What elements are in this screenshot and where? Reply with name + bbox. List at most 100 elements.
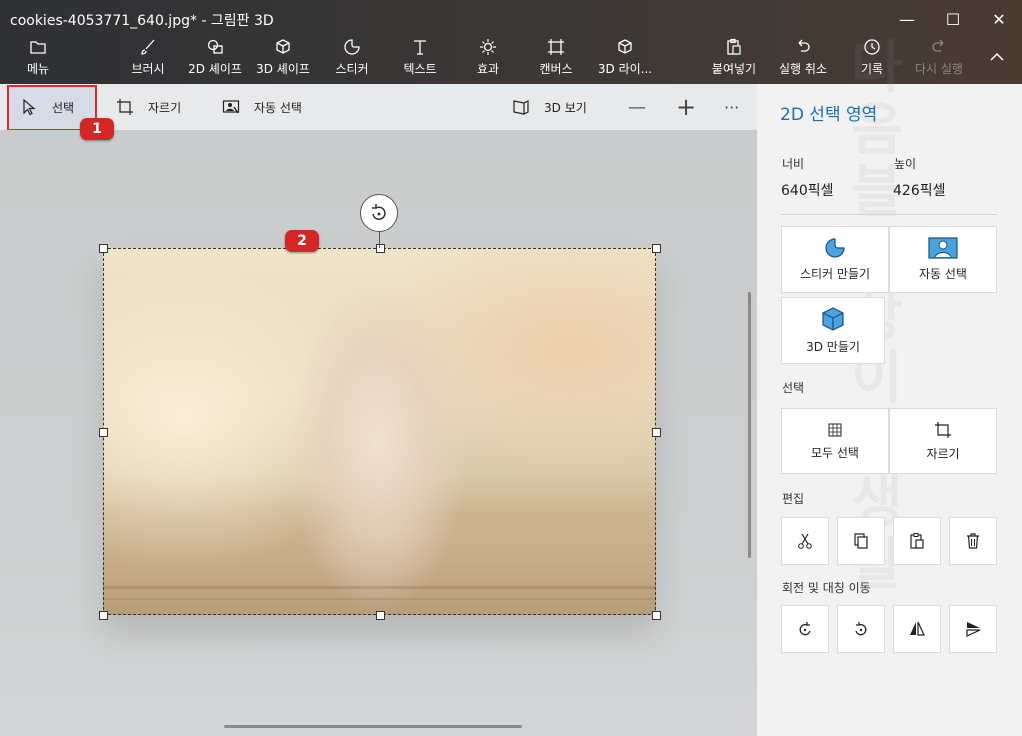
resize-handle-bottom-right[interactable] (652, 611, 661, 620)
delete-button[interactable] (949, 517, 997, 565)
flip-horizontal-button[interactable] (893, 605, 941, 653)
brush-icon (141, 39, 155, 55)
cursor-arrow-icon (23, 98, 36, 116)
redo-icon (932, 39, 944, 52)
section-select-label: 선택 (782, 381, 805, 395)
rotate-right-button[interactable] (837, 605, 885, 653)
horizontal-scrollbar[interactable] (224, 725, 522, 728)
tool-stickers[interactable]: 스티커 (330, 38, 374, 82)
tool-canvas[interactable]: 캔버스 (532, 38, 580, 82)
select-all-label: 모두 선택 (811, 445, 859, 460)
resize-handle-top[interactable] (376, 244, 385, 253)
library-3d-icon (618, 39, 632, 54)
magic-select-icon (222, 100, 240, 114)
rotate-right-icon (855, 622, 867, 636)
panel-divider (781, 214, 997, 215)
chevron-up-icon (990, 52, 1004, 61)
panel-magic-select-button[interactable]: 자동 선택 (889, 226, 997, 293)
resize-handle-bottom-left[interactable] (99, 611, 108, 620)
flip-vertical-button[interactable] (949, 605, 997, 653)
menu-button[interactable]: 메뉴 (18, 38, 58, 82)
maximize-button[interactable]: ☐ (930, 4, 976, 34)
cube-icon (822, 307, 844, 331)
scissors-icon (798, 533, 812, 549)
make-3d-button[interactable]: 3D 만들기 (781, 297, 885, 364)
sticker-icon (825, 238, 845, 258)
select-all-button[interactable]: 모두 선택 (781, 408, 889, 474)
paste-icon (727, 38, 741, 55)
make-3d-label: 3D 만들기 (806, 340, 860, 354)
make-sticker-label: 스티커 만들기 (799, 267, 871, 281)
tool-canvas-label: 캔버스 (539, 62, 573, 76)
close-button[interactable]: ✕ (976, 4, 1022, 34)
magic-select-label: 자동 선택 (254, 100, 302, 115)
tool-3d-shapes[interactable]: 3D 셰이프 (252, 38, 314, 82)
panel-crop-label: 자르기 (926, 446, 960, 461)
paste-button[interactable]: 붙여넣기 (708, 38, 760, 82)
rotate-left-icon (799, 622, 811, 636)
crop-icon (935, 421, 951, 438)
resize-handle-top-left[interactable] (99, 244, 108, 253)
folder-icon (30, 41, 46, 54)
resize-handle-bottom[interactable] (376, 611, 385, 620)
select-tool-overlay[interactable]: 선택 (20, 84, 74, 130)
copy-button[interactable] (837, 517, 885, 565)
sticker-icon (344, 39, 360, 55)
make-sticker-button[interactable]: 스티커 만들기 (781, 226, 889, 293)
view-3d-button[interactable]: 3D 보기 (512, 84, 587, 130)
text-icon (414, 40, 426, 55)
height-value[interactable]: 426픽셀 (893, 180, 945, 200)
redo-label: 다시 실행 (915, 62, 963, 76)
tool-brush-label: 브러시 (131, 62, 165, 76)
crop-tool-label: 자르기 (148, 100, 182, 115)
panel-magic-select-label: 자동 선택 (919, 267, 967, 281)
magic-select-button[interactable]: 자동 선택 (222, 84, 302, 130)
undo-button[interactable]: 실행 취소 (774, 38, 832, 82)
canvas-icon (548, 39, 564, 55)
tool-2d-shapes[interactable]: 2D 셰이프 (184, 38, 246, 82)
tool-effects[interactable]: 효과 (466, 38, 510, 82)
zoom-out-button[interactable]: — (628, 84, 646, 130)
history-label: 기록 (860, 62, 884, 76)
rotate-handle-stem (379, 232, 380, 248)
width-value[interactable]: 640픽셀 (781, 180, 833, 200)
crop-icon (117, 99, 133, 115)
resize-handle-right[interactable] (652, 428, 661, 437)
menu-label: 메뉴 (26, 62, 50, 76)
vertical-scrollbar[interactable] (748, 292, 751, 558)
history-icon (864, 39, 880, 55)
window-title: cookies-4053771_640.jpg* - 그림판 3D (10, 13, 274, 29)
resize-handle-left[interactable] (99, 428, 108, 437)
panel-crop-button[interactable]: 자르기 (889, 408, 997, 474)
crop-tool-button[interactable]: 자르기 (116, 84, 181, 130)
rotate-handle[interactable] (360, 194, 398, 232)
history-button[interactable]: 기록 (852, 38, 892, 82)
tool-effects-label: 효과 (476, 62, 500, 76)
tool-2d-shapes-label: 2D 셰이프 (188, 62, 242, 76)
redo-button[interactable]: 다시 실행 (910, 38, 968, 82)
tool-brush[interactable]: 브러시 (126, 38, 170, 82)
tool-3d-shapes-label: 3D 셰이프 (256, 62, 310, 76)
step-marker-1: 1 (80, 118, 114, 140)
tool-text-label: 텍스트 (403, 62, 437, 76)
paste-icon (910, 533, 924, 549)
paste-label: 붙여넣기 (711, 62, 757, 76)
section-edit-label: 편집 (782, 492, 805, 506)
tool-3d-library[interactable]: 3D 라이... (596, 38, 654, 82)
minimize-button[interactable]: — (884, 4, 930, 34)
copy-icon (854, 533, 868, 549)
magic-select-icon (928, 237, 958, 259)
flip-horizontal-icon (910, 621, 925, 636)
tool-text[interactable]: 텍스트 (398, 38, 442, 82)
height-label: 높이 (894, 157, 917, 171)
rotate-left-button[interactable] (781, 605, 829, 653)
more-options-button[interactable]: ··· (724, 84, 739, 130)
zoom-in-button[interactable]: + (676, 84, 696, 130)
panel-paste-button[interactable] (893, 517, 941, 565)
cut-button[interactable] (781, 517, 829, 565)
select-tool-label: 선택 (52, 100, 75, 115)
selection-rectangle[interactable] (103, 248, 656, 615)
panel-title: 2D 선택 영역 (780, 105, 878, 125)
sun-icon (480, 39, 496, 55)
resize-handle-top-right[interactable] (652, 244, 661, 253)
